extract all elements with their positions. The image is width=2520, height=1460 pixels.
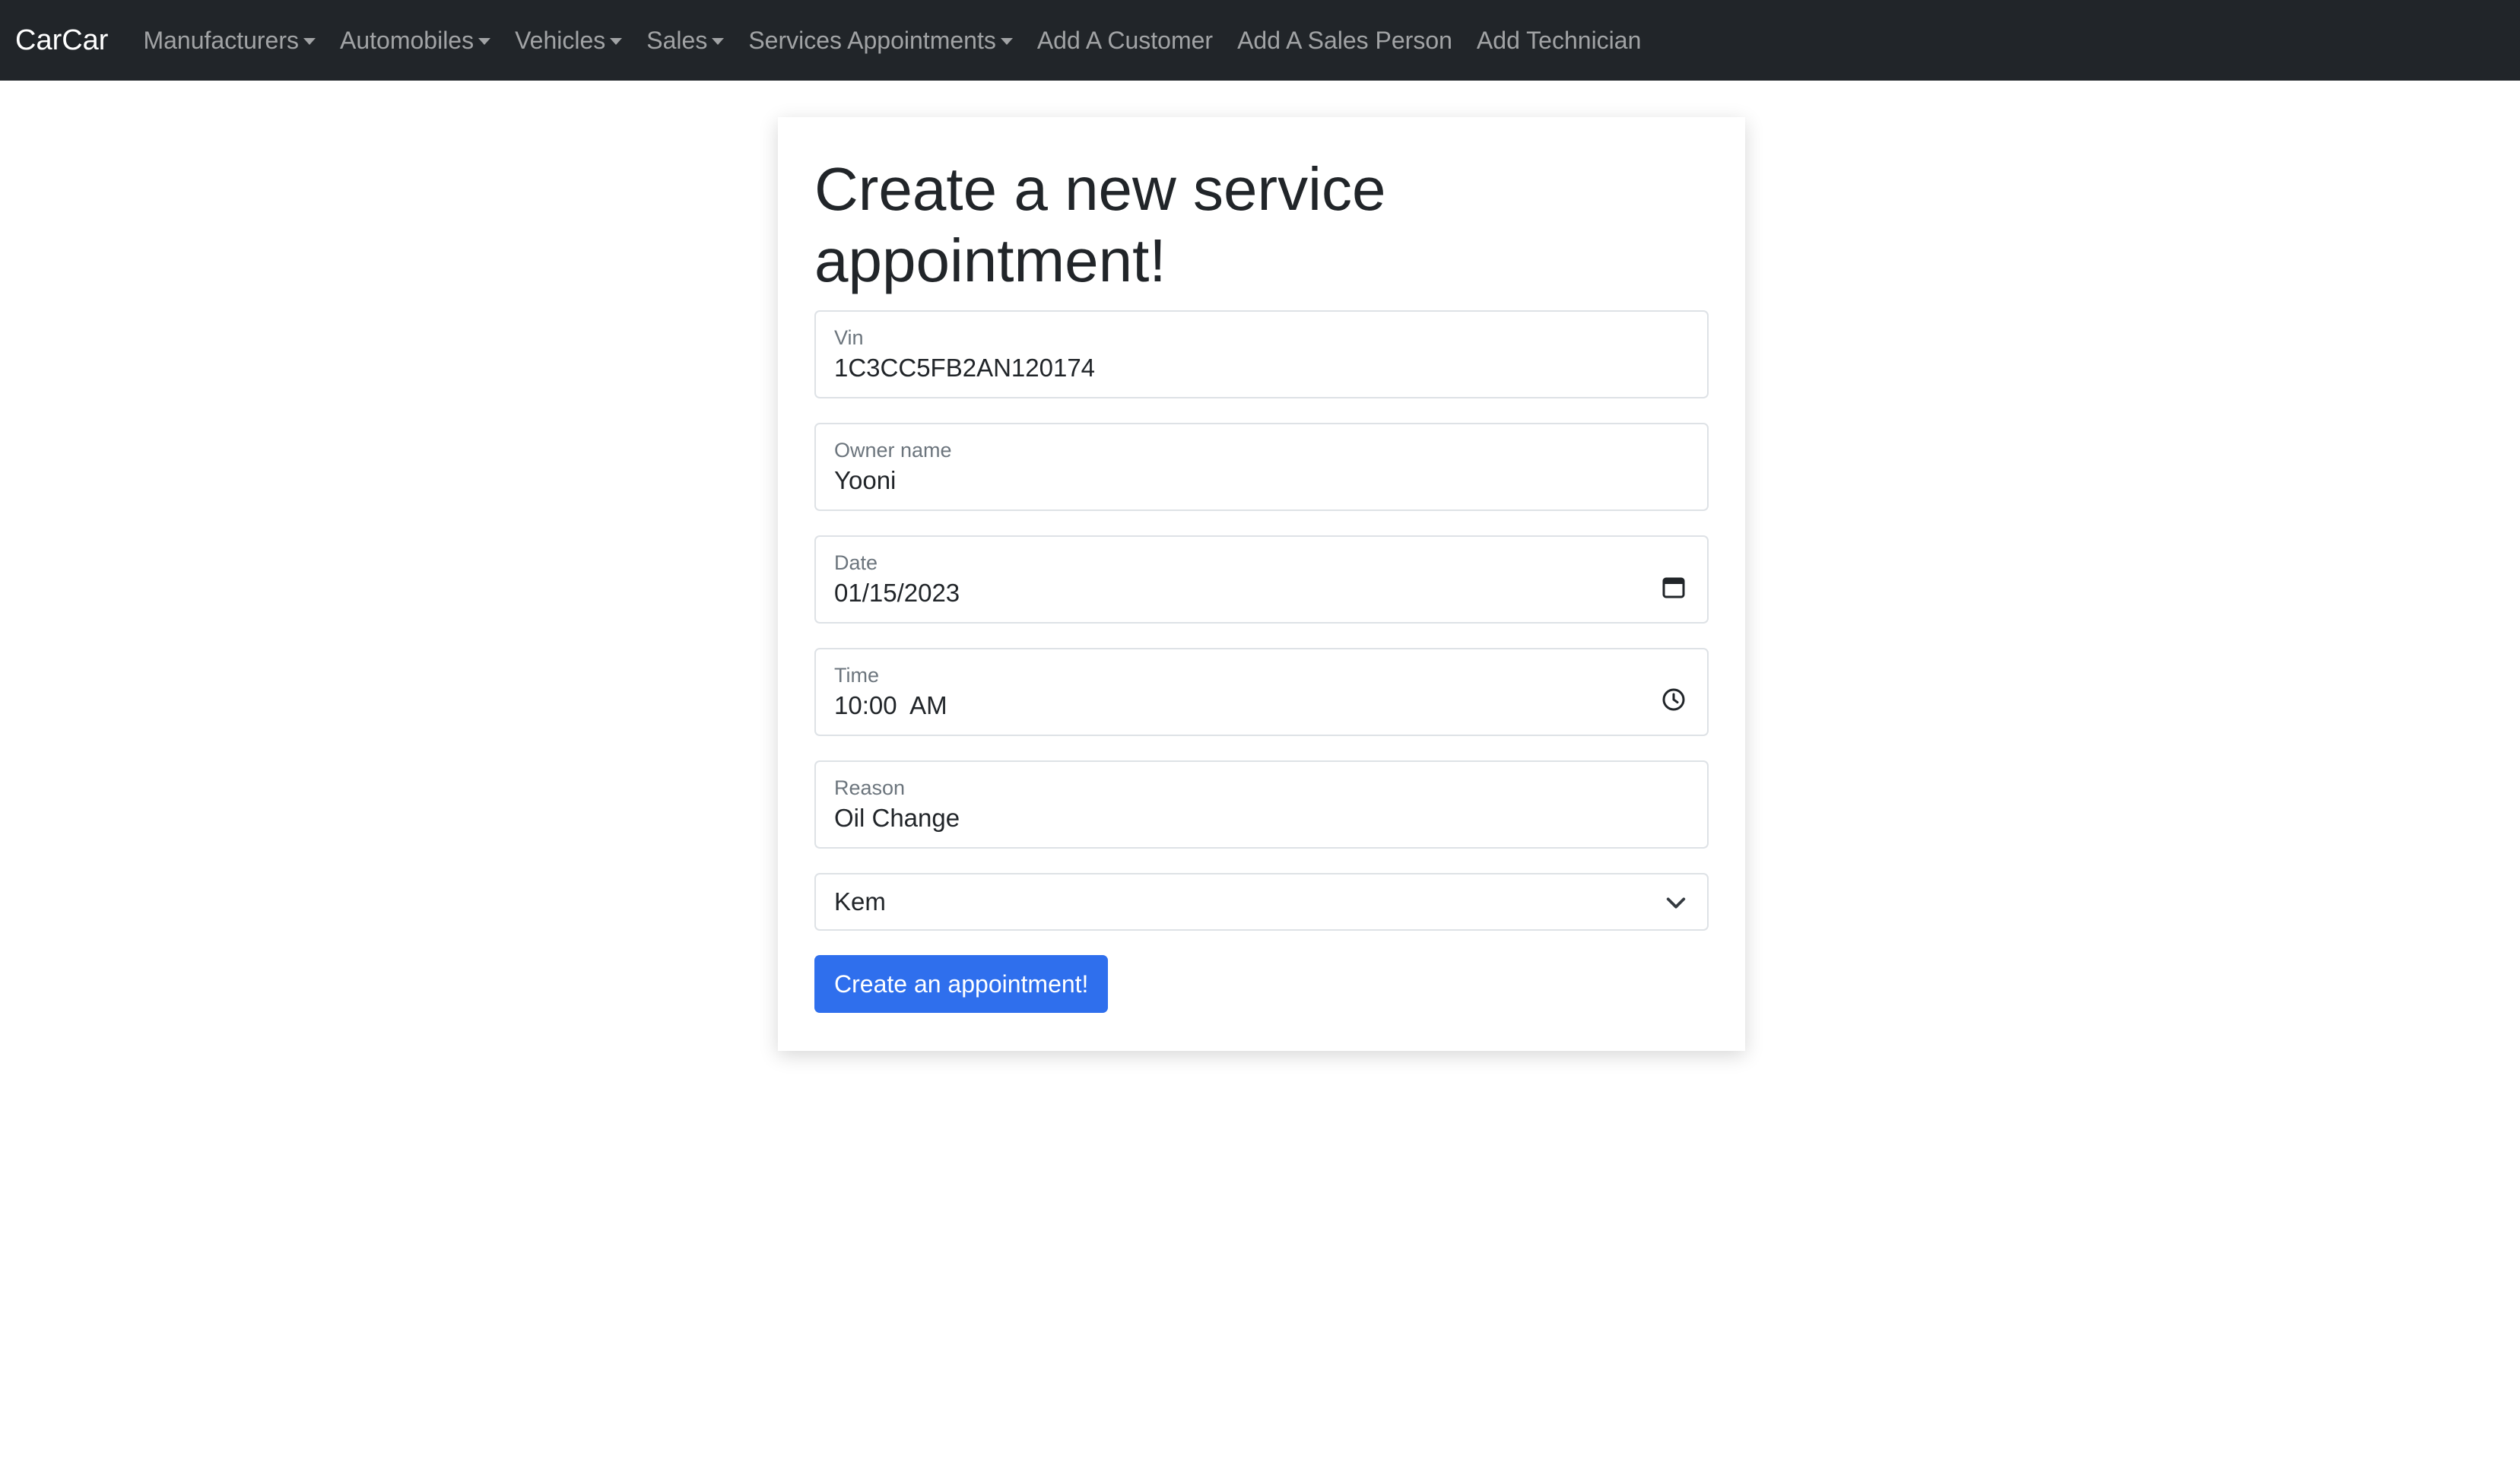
nav-vehicles-label: Vehicles [515,26,606,54]
reason-field[interactable]: Reason Oil Change [814,760,1709,849]
caret-down-icon [303,37,316,45]
create-appointment-button[interactable]: Create an appointment! [814,955,1109,1013]
nav-vehicles-dropdown[interactable]: Vehicles [515,26,623,55]
date-input[interactable]: 01/15/2023 [834,576,1689,610]
nav-automobiles-label: Automobiles [340,26,474,54]
nav-sales-dropdown[interactable]: Sales [646,26,725,55]
date-label: Date [834,551,878,574]
owner-name-field[interactable]: Owner name Yooni [814,423,1709,511]
appointment-form-card: Create a new service appointment! Vin 1C… [778,117,1745,1051]
nav-add-sales-person-link[interactable]: Add A Sales Person [1237,27,1452,55]
vin-input[interactable]: 1C3CC5FB2AN120174 [834,351,1689,385]
date-field[interactable]: Date 01/15/2023 [814,535,1709,624]
time-field[interactable]: Time 10:00 AM [814,648,1709,736]
vin-label: Vin [834,326,864,349]
nav-add-technician-link[interactable]: Add Technician [1477,27,1641,55]
owner-name-input[interactable]: Yooni [834,464,1689,497]
page-title: Create a new service appointment! [814,155,1386,294]
caret-down-icon [712,37,725,45]
calendar-icon[interactable] [1661,575,1686,599]
nav-manufacturers-dropdown[interactable]: Manufacturers [143,27,316,55]
chevron-down-icon [1666,897,1686,909]
caret-down-icon [610,37,623,45]
reason-label: Reason [834,776,906,799]
nav-services-appointments-label: Services Appointments [748,26,996,54]
vin-field[interactable]: Vin 1C3CC5FB2AN120174 [814,310,1709,398]
caret-down-icon [1000,37,1013,45]
brand-link[interactable]: CarCar [15,24,108,57]
owner-name-label: Owner name [834,439,952,462]
nav-services-appointments-dropdown[interactable]: Services Appointments [748,27,1013,55]
time-label: Time [834,664,879,687]
nav-manufacturers-label: Manufacturers [143,26,299,54]
top-navbar: CarCar Manufacturers Automobiles Vehicle… [0,0,2520,81]
reason-input[interactable]: Oil Change [834,801,1689,835]
nav-add-customer-link[interactable]: Add A Customer [1037,27,1213,55]
technician-selected-value: Kem [834,887,886,916]
time-input[interactable]: 10:00 AM [834,689,1689,722]
clock-icon[interactable] [1661,687,1686,712]
nav-automobiles-dropdown[interactable]: Automobiles [340,26,491,55]
caret-down-icon [478,37,491,45]
nav-sales-label: Sales [646,26,708,54]
technician-select[interactable]: Kem [814,873,1709,931]
